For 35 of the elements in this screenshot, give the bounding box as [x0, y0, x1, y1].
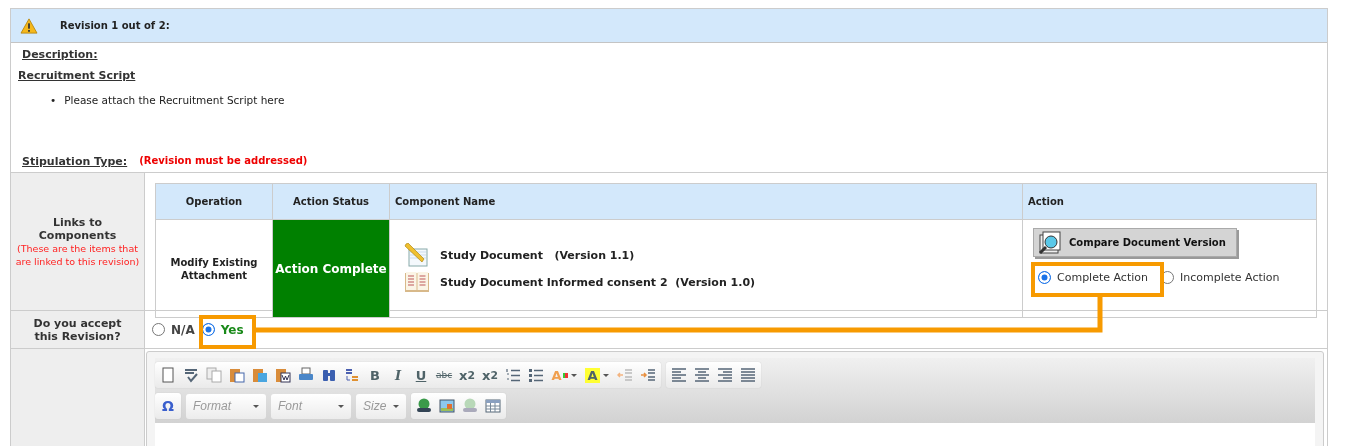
radio-label[interactable]: Complete Action	[1057, 270, 1148, 284]
column-header: Action	[1022, 183, 1317, 220]
underline-button[interactable]: U	[411, 364, 431, 386]
column-header: Action Status	[272, 183, 390, 220]
stipulation-label: Stipulation Type:	[22, 155, 128, 168]
bullet-marker: •	[50, 93, 57, 107]
radio-label[interactable]: N/A	[171, 322, 195, 337]
links-label: Links to Components	[37, 215, 118, 242]
description-heading: Recruitment Script	[18, 69, 137, 82]
stipulation-value: (Revision must be addressed)	[139, 155, 308, 168]
links-note: (These are the items that are linked to this revision)	[14, 241, 141, 268]
bold-button[interactable]: B	[365, 364, 385, 386]
magnifier-document-icon	[1037, 229, 1063, 256]
radio-button[interactable]	[152, 323, 165, 336]
bullet-text: Please attach the Recruitment Script here	[64, 93, 285, 107]
background-color-button[interactable]: A	[582, 364, 612, 386]
highlight-box	[199, 315, 256, 349]
strikethrough-button[interactable]: abc	[434, 364, 454, 386]
radio-label[interactable]: Incomplete Action	[1179, 270, 1280, 284]
revision-title: Revision 1 out of 2:	[60, 20, 170, 31]
component-link[interactable]: Study Document Informed consent 2 (Version 1.0)	[440, 275, 756, 289]
italic-button[interactable]: I	[388, 364, 408, 386]
book-icon	[404, 271, 430, 293]
radio-button[interactable]	[1038, 270, 1051, 284]
column-header: Operation	[155, 183, 273, 220]
accept-label: Do you accept this Revision?	[32, 316, 123, 343]
warning-icon	[20, 17, 38, 34]
table-cell: Modify Existing Attachment	[155, 219, 273, 318]
column-header: Component Name	[389, 183, 1023, 220]
radio-label[interactable]: Yes	[220, 322, 244, 337]
description-label: Description:	[22, 48, 99, 61]
component-link[interactable]: Study Document (Version 1.1)	[440, 248, 635, 262]
notepad-pencil-icon	[404, 243, 430, 267]
compare-document-button[interactable]: Compare Document Version	[1033, 228, 1237, 257]
status-cell: Action Complete	[272, 219, 390, 318]
